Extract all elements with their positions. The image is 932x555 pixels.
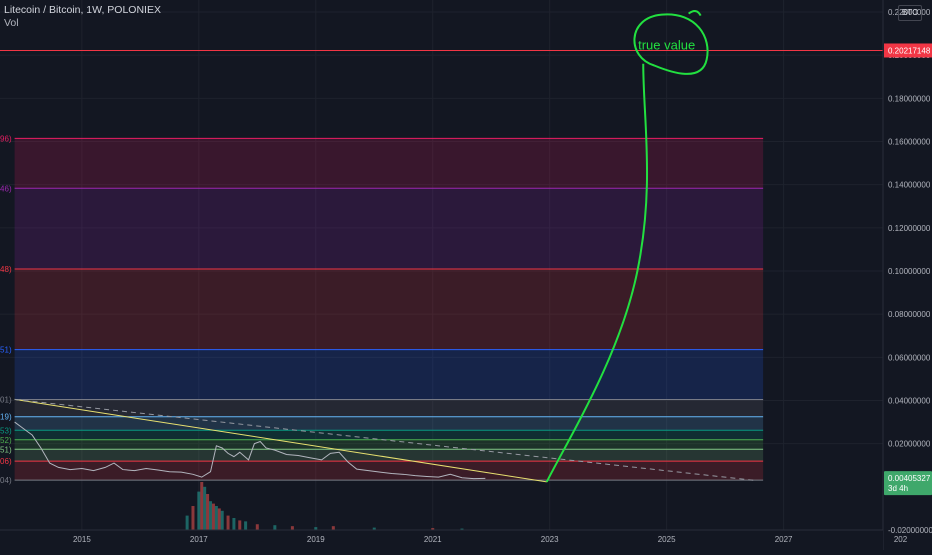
- red-line-price-label: 0.20217148: [888, 46, 931, 55]
- volume-bar-6: [209, 501, 213, 530]
- fib-label-3: 0.5(0.02179552): [0, 436, 12, 445]
- volume-bar-4: [203, 486, 207, 530]
- y-tick-label-2: 0.18000000: [888, 94, 931, 103]
- chart-title: Litecoin / Bitcoin, 1W, POLONIEX: [4, 4, 161, 16]
- fib-label-5: 0.786(0.03248419): [0, 413, 12, 422]
- fib-label-2: 0.382(0.01738551): [0, 445, 12, 454]
- annotation-loop-tail: [688, 10, 702, 17]
- fib-band-8: [14, 188, 764, 269]
- fib-label-8: 2.618(0.10095148): [0, 265, 12, 274]
- chart-root: 0(0.00310904) 0.236(0.01192906) 0.382(0.01…: [0, 0, 932, 550]
- y-tick-label-6: 0.10000000: [888, 267, 931, 276]
- fib-band-6: [14, 349, 764, 400]
- x-tick-label-0: 2015: [73, 535, 91, 544]
- fib-band-0: [14, 461, 764, 481]
- volume-bar-14: [244, 521, 248, 530]
- volume-bar-11: [226, 515, 230, 530]
- fib-label-9: 3.618(0.13832446): [0, 184, 12, 193]
- fib-band-5: [14, 399, 764, 417]
- x-tick-label-5: 2025: [658, 535, 676, 544]
- y-tick-label-5: 0.12000000: [888, 224, 931, 233]
- x-tick-label-4: 2023: [541, 535, 559, 544]
- y-tick-label-11: -0.02000000: [888, 526, 932, 535]
- y-tick-label-9: 0.04000000: [888, 397, 931, 406]
- volume-bar-15: [255, 524, 259, 530]
- volume-bar-12: [232, 518, 236, 530]
- currency-badge[interactable]: BTC: [898, 5, 922, 21]
- volume-bar-16: [273, 525, 277, 530]
- volume-bar-7: [211, 503, 215, 530]
- annotation-text: true value: [638, 38, 695, 53]
- volume-bar-13: [238, 520, 242, 530]
- volume-bar-19: [331, 526, 335, 530]
- x-tick-label-1: 2017: [190, 535, 208, 544]
- volume-bar-3: [200, 482, 204, 530]
- volume-bar-0: [185, 515, 189, 530]
- fib-band-2: [14, 439, 764, 450]
- fib-band-3: [14, 430, 764, 440]
- volume-bar-10: [220, 510, 224, 530]
- last-price-countdown: 3d 4h: [888, 484, 908, 493]
- fib-band-7: [14, 268, 764, 350]
- y-tick-label-3: 0.16000000: [888, 138, 931, 147]
- fib-label-7: 1.618(0.06357851): [0, 346, 12, 355]
- x-tick-label-7: 202: [894, 535, 908, 544]
- y-tick-label-8: 0.06000000: [888, 353, 931, 362]
- y-tick-label-7: 0.08000000: [888, 310, 931, 319]
- last-price-label: 0.00405327: [888, 474, 931, 483]
- volume-bar-8: [214, 506, 218, 530]
- x-tick-label-6: 2027: [775, 535, 793, 544]
- volume-bar-1: [191, 506, 195, 530]
- x-tick-label-2: 2019: [307, 535, 325, 544]
- y-tick-label-4: 0.14000000: [888, 181, 931, 190]
- fib-label-10: 4.236(0.16142096): [0, 134, 12, 143]
- fib-label-4: 0.618(0.02620553): [0, 426, 12, 435]
- fib-label-0: 0(0.00310904): [0, 476, 12, 485]
- chart-header: Litecoin / Bitcoin, 1W, POLONIEX Vol: [4, 4, 161, 30]
- volume-label: Vol: [4, 17, 19, 29]
- fib-band-9: [14, 138, 764, 189]
- fib-label-1: 0.236(0.01192906): [0, 457, 12, 466]
- x-tick-label-3: 2021: [424, 535, 442, 544]
- fib-label-6: 1(0.04048201): [0, 395, 12, 404]
- fib-band-4: [14, 416, 764, 431]
- volume-bar-5: [206, 494, 210, 530]
- y-tick-label-10: 0.02000000: [888, 440, 931, 449]
- volume-bar-17: [290, 526, 294, 530]
- fib-band-1: [14, 449, 764, 462]
- chart-svg[interactable]: 0(0.00310904) 0.236(0.01192906) 0.382(0.01…: [0, 0, 932, 550]
- volume-bar-9: [217, 508, 221, 530]
- volume-bar-2: [197, 491, 201, 530]
